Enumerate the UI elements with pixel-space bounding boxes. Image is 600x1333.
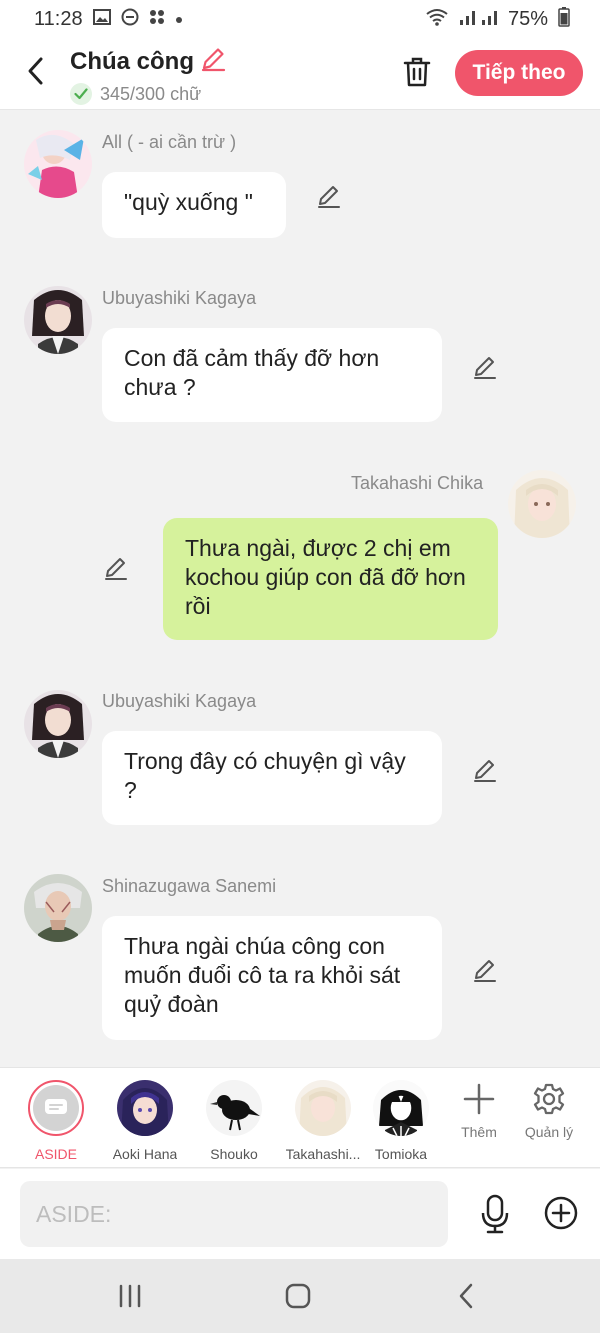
pencil-icon (105, 558, 127, 580)
character-takahashi[interactable]: Takahashi... (281, 1080, 365, 1162)
header: Chúa công 345/300 chữ Tiếp theo (0, 38, 600, 110)
chat-bubble-icon (45, 1099, 67, 1114)
nav-back-button[interactable] (446, 1281, 486, 1311)
manage-label: Quản lý (524, 1124, 574, 1140)
message-bubble[interactable]: Trong đây có chuyện gì vậy ? (102, 731, 442, 825)
dnd-icon (121, 8, 139, 31)
check-icon (70, 83, 92, 105)
page-title: Chúa công (70, 47, 194, 75)
pencil-icon (318, 186, 340, 208)
avatar-sanemi[interactable] (24, 874, 92, 942)
back-button[interactable] (20, 54, 50, 88)
message-bubble[interactable]: Thưa ngài, được 2 chị em kochou giúp con… (163, 518, 498, 640)
wifi-icon (426, 8, 448, 31)
sender-name: All ( - ai cần trừ ) (102, 132, 237, 152)
add-character-button[interactable]: Thêm (444, 1082, 514, 1140)
message-input[interactable] (36, 1200, 432, 1228)
message-bubble[interactable]: Con đã cảm thấy đỡ hơn chưa ? (102, 328, 442, 422)
message-input-container (20, 1181, 448, 1247)
avatar-all[interactable] (24, 130, 92, 198)
pencil-icon (474, 760, 496, 782)
plus-circle-icon (544, 1196, 578, 1230)
apps-icon (149, 9, 165, 30)
sender-name: Ubuyashiki Kagaya (102, 691, 257, 711)
voice-button[interactable] (478, 1193, 512, 1235)
back-arrow-icon (28, 57, 43, 85)
character-aside[interactable]: ASIDE (14, 1080, 98, 1171)
status-time: 11:28 (34, 7, 83, 30)
more-label: Thêm (461, 1124, 497, 1140)
avatar (295, 1080, 351, 1136)
battery-percent: 75% (507, 7, 548, 30)
trash-icon (403, 57, 431, 87)
notification-dot-icon (175, 9, 183, 29)
message-bubble[interactable]: "quỳ xuống " (102, 172, 286, 238)
character-tomioka[interactable]: Tomioka (359, 1080, 443, 1162)
recent-apps-button[interactable] (110, 1281, 150, 1311)
avatar-kagaya[interactable] (24, 286, 92, 354)
gear-icon (533, 1083, 565, 1115)
system-nav-bar (0, 1259, 600, 1333)
word-count: 345/300 chữ (100, 83, 202, 104)
edit-message-button[interactable] (101, 553, 131, 583)
edit-message-button[interactable] (470, 955, 500, 985)
avatar-kagaya[interactable] (24, 690, 92, 758)
character-aoki-hana[interactable]: Aoki Hana (103, 1080, 187, 1162)
avatar (206, 1080, 262, 1136)
gallery-icon (92, 8, 111, 30)
plus-icon (463, 1083, 495, 1115)
edit-title-icon[interactable] (200, 46, 226, 77)
next-button[interactable]: Tiếp theo (455, 50, 583, 96)
avatar (373, 1080, 429, 1136)
manage-button[interactable]: Quản lý (514, 1082, 584, 1140)
character-label: ASIDE (34, 1146, 77, 1162)
home-icon (285, 1283, 311, 1309)
back-chevron-icon (459, 1283, 473, 1309)
microphone-icon (481, 1194, 509, 1234)
aside-avatar (28, 1080, 84, 1136)
edit-message-button[interactable] (470, 755, 500, 785)
title-block: Chúa công 345/300 chữ (70, 46, 226, 105)
recent-apps-icon (119, 1284, 141, 1308)
avatar (117, 1080, 173, 1136)
battery-icon (558, 6, 570, 32)
character-label: Shouko (210, 1146, 258, 1162)
character-label: Aoki Hana (112, 1146, 178, 1162)
pencil-icon (474, 357, 496, 379)
sender-name: Shinazugawa Sanemi (102, 876, 277, 896)
home-button[interactable] (278, 1281, 318, 1311)
add-attachment-button[interactable] (543, 1195, 579, 1231)
character-label: Takahashi... (285, 1146, 361, 1162)
edit-message-button[interactable] (470, 352, 500, 382)
character-label: Tomioka (374, 1146, 428, 1162)
sender-name: Takahashi Chika (351, 473, 484, 493)
character-bar: ASIDE Aoki Hana Shouko Takahashi... Tomi… (0, 1067, 600, 1171)
sender-name: Ubuyashiki Kagaya (102, 288, 257, 308)
composer (0, 1169, 600, 1259)
avatar-takahashi[interactable] (508, 470, 576, 538)
status-bar: 11:28 75% (0, 0, 600, 38)
message-bubble[interactable]: Thưa ngài chúa công con muốn đuổi cô ta … (102, 916, 442, 1040)
character-shouko[interactable]: Shouko (192, 1080, 276, 1162)
delete-button[interactable] (400, 54, 434, 90)
edit-message-button[interactable] (314, 181, 344, 211)
signal-icon (458, 8, 498, 31)
pencil-icon (474, 960, 496, 982)
